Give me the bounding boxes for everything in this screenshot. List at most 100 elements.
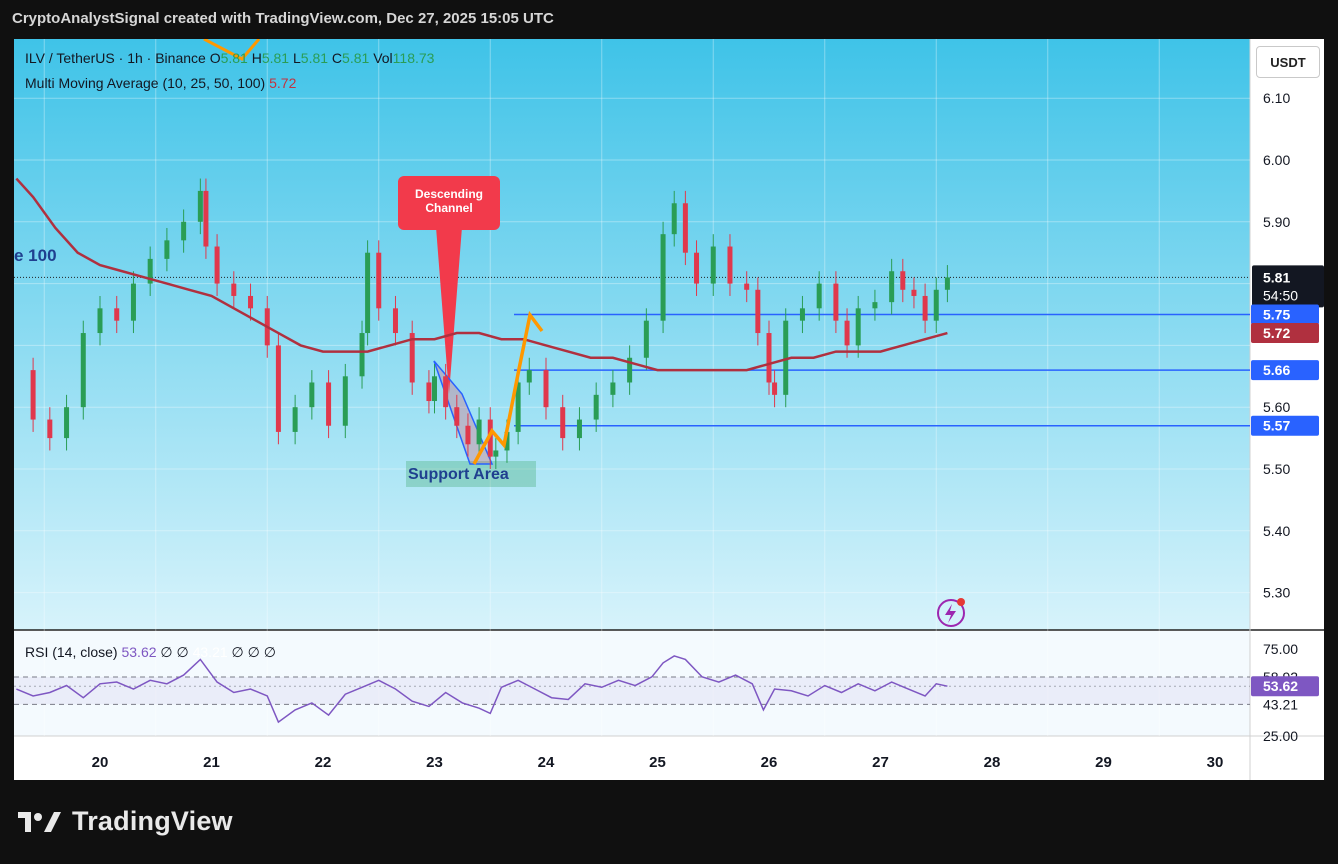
price-tick-label: 5.50 <box>1263 461 1290 477</box>
ma-legend: Multi Moving Average (10, 25, 50, 100) 5… <box>25 75 296 91</box>
candle-body <box>772 382 778 395</box>
price-tick-label: 5.40 <box>1263 523 1290 539</box>
candle-body <box>844 320 850 346</box>
candle-body <box>214 246 220 284</box>
high-label: H <box>251 50 262 66</box>
open-label: O <box>209 50 221 66</box>
support-area-label[interactable]: Support Area <box>408 466 509 484</box>
candle-body <box>365 252 371 334</box>
ma-tag: e 100 <box>14 246 57 265</box>
candle-body <box>181 221 187 241</box>
symbol-legend: ILV / TetherUS · 1h · Binance O5.81 H5.8… <box>25 50 434 66</box>
currency-button[interactable]: USDT <box>1256 46 1320 78</box>
candle-body <box>660 234 666 321</box>
candle-body <box>80 333 86 408</box>
volume-value: 118.73 <box>392 50 435 66</box>
candle-body <box>164 240 170 259</box>
candle-body <box>671 203 677 235</box>
candle-body <box>376 252 382 309</box>
candle-body <box>900 271 906 290</box>
tradingview-logo[interactable]: TradingView <box>18 806 233 837</box>
rsi-extra-4: ∅ <box>231 644 244 660</box>
countdown-label: 54:50 <box>1263 287 1298 303</box>
chart-canvas[interactable]: 6.10 6.00 5.90 5.60 5.50 5.40 5.30 5.81 54:50 5.7… <box>14 39 1324 780</box>
time-tick-label: 28 <box>984 754 1001 771</box>
level-badge-label: 5.66 <box>1263 362 1290 378</box>
candle-body <box>727 246 733 284</box>
candle-body <box>643 320 649 358</box>
price-tick-label: 5.60 <box>1263 399 1290 415</box>
candle-body <box>576 419 582 439</box>
rsi-legend: RSI (14, close) 53.62 ∅ ∅ 43.21 ∅ ∅ ∅ <box>25 644 276 661</box>
candle-body <box>197 190 203 222</box>
level-badge-label: 5.75 <box>1263 307 1290 323</box>
candle-body <box>816 283 822 309</box>
candle-body <box>610 382 616 395</box>
chart-frame: 6.10 6.00 5.90 5.60 5.50 5.40 5.30 5.81 54:50 5.7… <box>14 39 1324 780</box>
candle-body <box>933 289 939 321</box>
candle-body <box>833 283 839 321</box>
candle-body <box>97 308 103 334</box>
candle-body <box>755 289 761 334</box>
rsi-value: 53.62 <box>121 644 157 660</box>
high-value: 5.81 <box>261 50 290 66</box>
candle-body <box>359 333 365 377</box>
ma-legend-label[interactable]: Multi Moving Average (10, 25, 50, 100) <box>25 75 265 91</box>
price-tick-label: 5.90 <box>1263 214 1290 230</box>
rsi-tick-label: 75.00 <box>1263 641 1298 657</box>
candle-body <box>889 271 895 303</box>
candle-body <box>426 382 432 402</box>
rsi-extra-6: ∅ <box>263 644 276 660</box>
candle-body <box>342 376 348 426</box>
ma-legend-value: 5.72 <box>269 75 297 91</box>
current-price-label: 5.81 <box>1263 269 1290 285</box>
time-tick-label: 24 <box>538 754 555 771</box>
candle-body <box>855 308 861 346</box>
time-tick-label: 21 <box>203 754 220 771</box>
rsi-tick-label: 43.21 <box>1263 696 1298 712</box>
volume-label: Vol <box>373 50 393 66</box>
tradingview-logo-icon <box>18 811 61 832</box>
price-tick-label: 6.10 <box>1263 90 1290 106</box>
candle-body <box>30 370 36 420</box>
close-value: 5.81 <box>342 50 370 66</box>
time-tick-label: 27 <box>872 754 889 771</box>
time-tick-label: 20 <box>92 754 109 771</box>
candle-body <box>275 345 281 432</box>
candle-body <box>203 190 209 247</box>
time-tick-label: 25 <box>649 754 666 771</box>
candle-body <box>432 376 437 402</box>
candle-body <box>593 394 599 420</box>
rsi-extra-2: ∅ <box>176 644 189 660</box>
candle-body <box>911 289 917 296</box>
candle-body <box>710 246 716 284</box>
candle-body <box>872 302 878 309</box>
time-tick-label: 26 <box>761 754 778 771</box>
time-tick-label: 30 <box>1207 754 1224 771</box>
candle-body <box>922 295 928 321</box>
chart-caption: CryptoAnalystSignal created with Trading… <box>12 10 554 27</box>
candle-body <box>443 376 449 408</box>
low-label: L <box>292 50 301 66</box>
candle-body <box>526 370 532 383</box>
symbol-label[interactable]: ILV / TetherUS · 1h · Binance <box>25 50 206 66</box>
candle-body <box>130 283 136 321</box>
rsi-label[interactable]: RSI (14, close) <box>25 644 118 660</box>
price-tick-label: 5.30 <box>1263 585 1290 601</box>
candle-body <box>292 407 298 432</box>
price-tick-label: 6.00 <box>1263 152 1290 168</box>
candle-body <box>944 277 950 290</box>
candle-body <box>744 283 750 290</box>
time-tick-label: 23 <box>426 754 443 771</box>
lightning-icon-dot <box>957 598 965 606</box>
candle-body <box>326 382 332 426</box>
candle-body <box>694 252 700 284</box>
open-value: 5.81 <box>220 50 248 66</box>
descending-channel-callout[interactable]: Descending Channel <box>398 176 500 230</box>
candle-body <box>47 419 53 439</box>
rsi-band <box>14 676 1250 705</box>
rsi-tick-label: 25.00 <box>1263 728 1298 744</box>
level-badge-label: 5.72 <box>1263 325 1290 341</box>
candle-body <box>799 308 805 321</box>
main-pane-bg <box>14 39 1250 630</box>
